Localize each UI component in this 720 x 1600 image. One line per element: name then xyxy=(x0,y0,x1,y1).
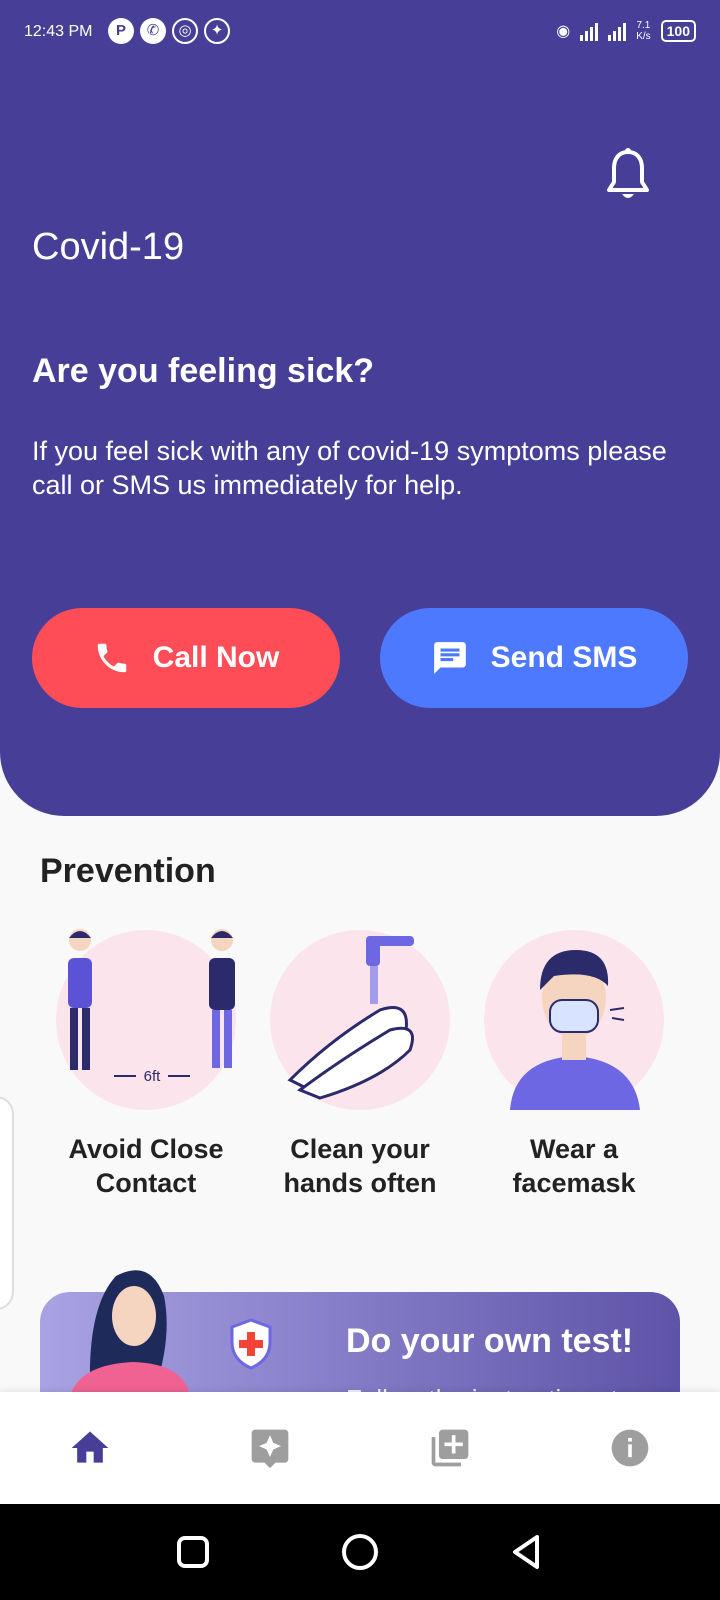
status-right: ◉ 7.1 K/s 100 xyxy=(556,20,696,42)
bottom-navigation xyxy=(0,1392,720,1504)
home-icon xyxy=(71,1431,109,1463)
battery-indicator: 100 xyxy=(660,20,696,42)
call-now-button[interactable]: Call Now xyxy=(32,608,340,708)
prevention-label: Clean your hands often xyxy=(283,1134,437,1198)
facemask-illustration xyxy=(484,930,664,1110)
browser-icon: ✦ xyxy=(204,18,230,44)
prevention-item-facemask: Wear a facemask xyxy=(474,930,674,1200)
message-icon xyxy=(433,642,466,674)
prevention-title: Prevention xyxy=(40,852,216,890)
nav-info[interactable] xyxy=(600,1418,660,1478)
status-app-icons: P ✆ ◎ ✦ xyxy=(108,18,230,44)
airdrop-icon: ◎ xyxy=(172,18,198,44)
handwash-illustration xyxy=(270,930,450,1110)
prevention-label: Avoid Close Contact xyxy=(68,1134,224,1198)
signal-icon xyxy=(580,21,599,41)
net-speed: 7.1 K/s xyxy=(636,20,651,42)
call-now-label: Call Now xyxy=(152,641,280,674)
distance-label: 6ft xyxy=(144,1068,162,1085)
back-icon[interactable] xyxy=(507,1532,547,1572)
distance-illustration: 6ft xyxy=(56,929,236,1110)
phone-icon: ✆ xyxy=(140,18,166,44)
prevention-label: Wear a facemask xyxy=(512,1134,636,1198)
help-description: If you feel sick with any of covid-19 sy… xyxy=(32,436,667,500)
library-add-icon xyxy=(431,1429,469,1467)
sick-question: Are you feeling sick? xyxy=(32,352,374,390)
status-time: 12:43 PM xyxy=(24,23,93,40)
app-title: Covid-19 xyxy=(32,226,185,268)
home-circle-icon[interactable] xyxy=(340,1532,380,1572)
prevention-item-handwash: Clean your hands often xyxy=(260,930,460,1200)
info-icon xyxy=(611,1429,649,1467)
sparkle-icon xyxy=(251,1429,289,1469)
status-bar: 12:43 PM P ✆ ◎ ✦ ◉ 7.1 K/s 100 xyxy=(0,0,720,66)
nav-add[interactable] xyxy=(420,1418,480,1478)
self-test-title: Do your own test! xyxy=(346,1322,634,1360)
recents-icon[interactable] xyxy=(173,1532,213,1572)
shield-medical-icon xyxy=(230,1318,272,1370)
signal-icon-2 xyxy=(608,21,627,41)
hotspot-icon: ◉ xyxy=(556,23,571,40)
woman-illustration xyxy=(70,1270,190,1396)
send-sms-button[interactable]: Send SMS xyxy=(380,608,688,708)
nav-explore[interactable] xyxy=(240,1418,300,1478)
notification-bell-icon[interactable] xyxy=(606,148,650,204)
side-drawer-handle[interactable] xyxy=(0,1096,14,1310)
header-panel: 12:43 PM P ✆ ◎ ✦ ◉ 7.1 K/s 100 Covid-19 A… xyxy=(0,0,720,816)
nav-home[interactable] xyxy=(60,1418,120,1478)
prevention-item-distance: 6ft Avoid Close Contact xyxy=(46,929,246,1200)
send-sms-label: Send SMS xyxy=(490,641,638,674)
system-navigation-bar xyxy=(0,1504,720,1600)
parking-app-icon: P xyxy=(108,18,134,44)
phone-icon xyxy=(97,643,126,673)
